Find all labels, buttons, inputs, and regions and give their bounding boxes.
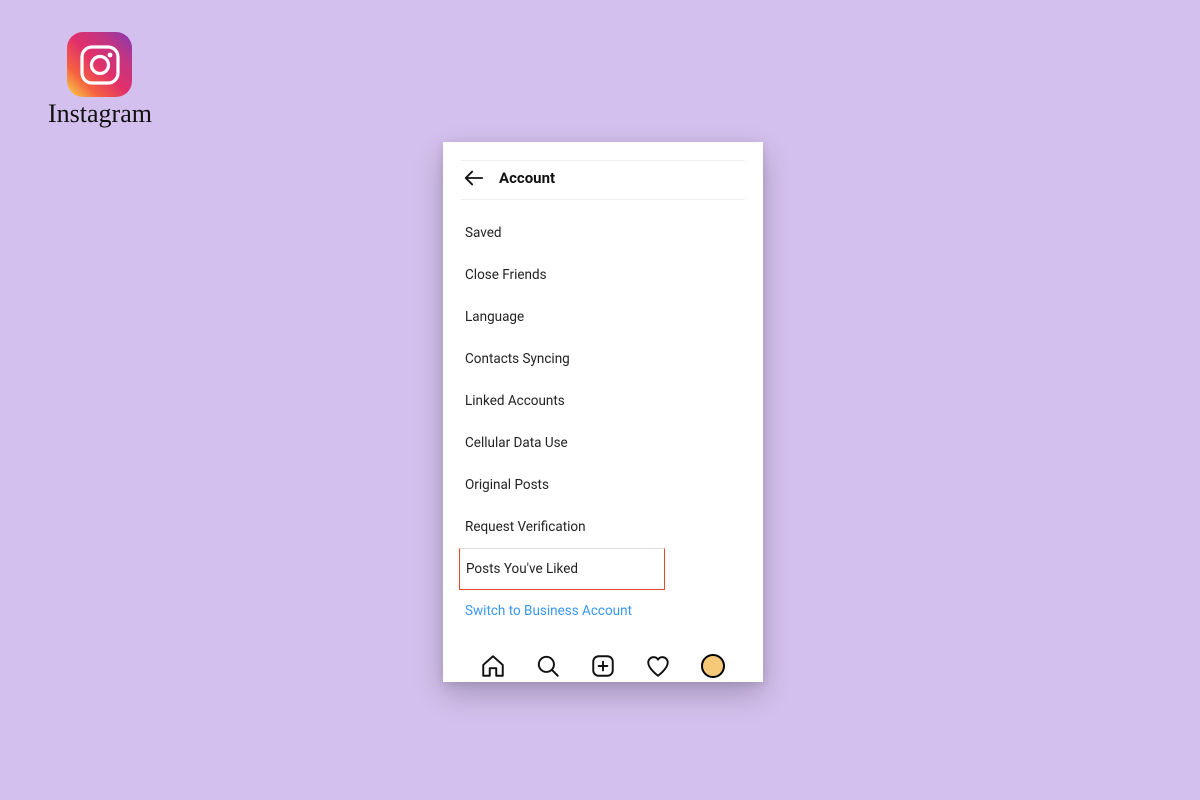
menu-item-close-friends[interactable]: Close Friends <box>461 254 745 296</box>
profile-avatar-icon <box>701 654 725 678</box>
instagram-wordmark: Instagram <box>48 99 152 129</box>
menu-item-original-posts[interactable]: Original Posts <box>461 464 745 506</box>
nav-home[interactable] <box>479 652 507 680</box>
search-icon <box>535 653 561 679</box>
menu-item-cellular-data-use[interactable]: Cellular Data Use <box>461 422 745 464</box>
menu-item-switch-business[interactable]: Switch to Business Account <box>461 590 745 632</box>
menu-item-posts-youve-liked[interactable]: Posts You've Liked <box>459 548 665 590</box>
header-title: Account <box>499 169 555 187</box>
menu-item-linked-accounts[interactable]: Linked Accounts <box>461 380 745 422</box>
home-icon <box>480 653 506 679</box>
heart-icon <box>645 653 671 679</box>
nav-add[interactable] <box>589 652 617 680</box>
bottom-nav <box>461 646 745 682</box>
menu-item-saved[interactable]: Saved <box>461 212 745 254</box>
back-arrow-icon[interactable] <box>463 167 485 189</box>
add-post-icon <box>590 653 616 679</box>
account-settings-screen: Account Saved Close Friends Language Con… <box>443 142 763 682</box>
brand-logo: Instagram <box>48 32 152 129</box>
camera-glyph-icon <box>78 43 122 87</box>
menu-item-contacts-syncing[interactable]: Contacts Syncing <box>461 338 745 380</box>
menu-item-language[interactable]: Language <box>461 296 745 338</box>
nav-search[interactable] <box>534 652 562 680</box>
header-bar: Account <box>461 160 745 200</box>
nav-activity[interactable] <box>644 652 672 680</box>
settings-list: Saved Close Friends Language Contacts Sy… <box>461 200 745 632</box>
instagram-app-icon <box>67 32 132 97</box>
nav-profile[interactable] <box>699 652 727 680</box>
menu-item-request-verification[interactable]: Request Verification <box>461 506 745 548</box>
